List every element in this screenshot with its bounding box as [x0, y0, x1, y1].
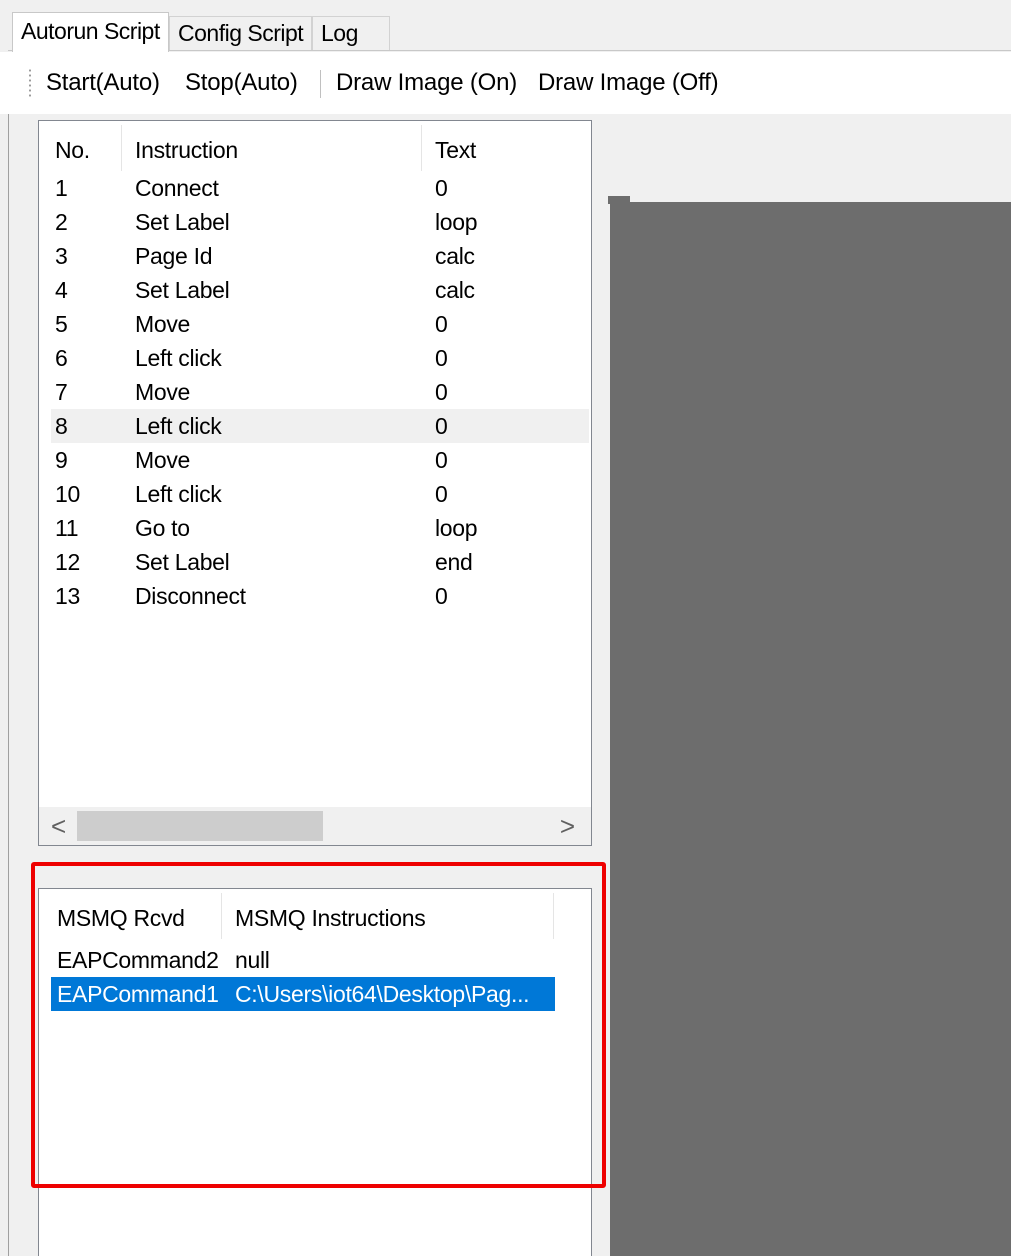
cell-text: 0	[435, 447, 448, 473]
toolbar-grip-icon[interactable]	[28, 68, 32, 98]
column-divider[interactable]	[421, 125, 422, 171]
table-row[interactable]: 10 Left click 0	[51, 477, 589, 511]
cell-text: loop	[435, 209, 478, 235]
cell-instruction: Go to	[135, 515, 190, 541]
scrollbar-thumb[interactable]	[77, 811, 323, 841]
cell-no: 8	[55, 413, 68, 439]
stop-auto-button[interactable]: Stop(Auto)	[185, 66, 298, 100]
cell-text: 0	[435, 345, 448, 371]
cell-instruction: Disconnect	[135, 583, 246, 609]
table-row[interactable]: 3 Page Id calc	[51, 239, 589, 273]
column-divider[interactable]	[121, 125, 122, 171]
cell-msmq-rcvd: EAPCommand2	[57, 947, 219, 973]
cell-msmq-instructions: C:\Users\iot64\Desktop\Pag...	[235, 981, 530, 1007]
cell-text: calc	[435, 243, 475, 269]
tab-config-script[interactable]: Config Script	[169, 16, 312, 50]
cell-no: 6	[55, 345, 68, 371]
tab-log[interactable]: Log	[312, 16, 390, 50]
start-auto-button[interactable]: Start(Auto)	[46, 66, 160, 100]
cell-text: end	[435, 549, 473, 575]
horizontal-scrollbar[interactable]: < >	[39, 807, 591, 845]
cell-instruction: Set Label	[135, 209, 230, 235]
cell-text: 0	[435, 175, 448, 201]
column-header-instruction[interactable]: Instruction	[135, 135, 238, 165]
column-divider[interactable]	[553, 893, 554, 939]
cell-msmq-instructions: null	[235, 947, 270, 973]
table-row[interactable]: 1 Connect 0	[51, 171, 589, 205]
cell-text: loop	[435, 515, 478, 541]
cell-instruction: Set Label	[135, 277, 230, 303]
cell-instruction: Move	[135, 447, 191, 473]
scroll-left-icon[interactable]: <	[51, 811, 66, 841]
scroll-right-icon[interactable]: >	[560, 811, 575, 841]
cell-text: 0	[435, 311, 448, 337]
table-row[interactable]: 2 Set Label loop	[51, 205, 589, 239]
cell-instruction: Left click	[135, 345, 222, 371]
table-row-selected[interactable]: 8 Left click 0	[51, 409, 589, 443]
column-header-msmq-rcvd[interactable]: MSMQ Rcvd	[57, 903, 185, 933]
column-header-msmq-instructions[interactable]: MSMQ Instructions	[235, 903, 426, 933]
table-row[interactable]: 7 Move 0	[51, 375, 589, 409]
msmq-list-view[interactable]: MSMQ Rcvd MSMQ Instructions EAPCommand2 …	[38, 888, 592, 1256]
table-row[interactable]: 12 Set Label end	[51, 545, 589, 579]
cell-no: 12	[55, 549, 80, 575]
msmq-row-selected[interactable]: EAPCommand1 C:\Users\iot64\Desktop\Pag..…	[51, 977, 555, 1011]
table-row[interactable]: 5 Move 0	[51, 307, 589, 341]
cell-instruction: Connect	[135, 175, 219, 201]
cell-no: 11	[55, 515, 79, 541]
cell-msmq-rcvd: EAPCommand1	[57, 981, 219, 1007]
draw-image-off-button[interactable]: Draw Image (Off)	[538, 66, 719, 100]
draw-image-on-button[interactable]: Draw Image (On)	[336, 66, 517, 100]
column-header-text[interactable]: Text	[435, 135, 476, 165]
cell-no: 7	[55, 379, 68, 405]
cell-text: 0	[435, 379, 448, 405]
toolbar-separator	[320, 70, 321, 98]
cell-no: 4	[55, 277, 68, 303]
cell-no: 10	[55, 481, 80, 507]
column-header-no[interactable]: No.	[55, 135, 90, 165]
cell-no: 5	[55, 311, 68, 337]
cell-no: 2	[55, 209, 68, 235]
column-divider[interactable]	[221, 893, 222, 939]
cell-no: 3	[55, 243, 68, 269]
cell-no: 1	[55, 175, 68, 201]
cell-instruction: Page Id	[135, 243, 213, 269]
cell-instruction: Left click	[135, 413, 222, 439]
cell-instruction: Set Label	[135, 549, 230, 575]
cell-text: 0	[435, 481, 448, 507]
table-row[interactable]: 13 Disconnect 0	[51, 579, 589, 613]
cell-text: 0	[435, 583, 448, 609]
msmq-row[interactable]: EAPCommand2 null	[51, 943, 555, 977]
cell-instruction: Left click	[135, 481, 222, 507]
table-row[interactable]: 9 Move 0	[51, 443, 589, 477]
cell-no: 13	[55, 583, 80, 609]
table-row[interactable]: 4 Set Label calc	[51, 273, 589, 307]
cell-text: calc	[435, 277, 475, 303]
cell-instruction: Move	[135, 311, 191, 337]
image-canvas[interactable]	[610, 202, 1011, 1256]
tab-autorun-script[interactable]: Autorun Script	[12, 12, 169, 52]
table-row[interactable]: 11 Go to loop	[51, 511, 589, 545]
cell-no: 9	[55, 447, 68, 473]
table-row[interactable]: 6 Left click 0	[51, 341, 589, 375]
cell-instruction: Move	[135, 379, 191, 405]
left-panel-border	[8, 114, 9, 1256]
cell-text: 0	[435, 413, 448, 439]
script-list-view[interactable]: No. Instruction Text 1 Connect 0 2 Set L…	[38, 120, 592, 846]
